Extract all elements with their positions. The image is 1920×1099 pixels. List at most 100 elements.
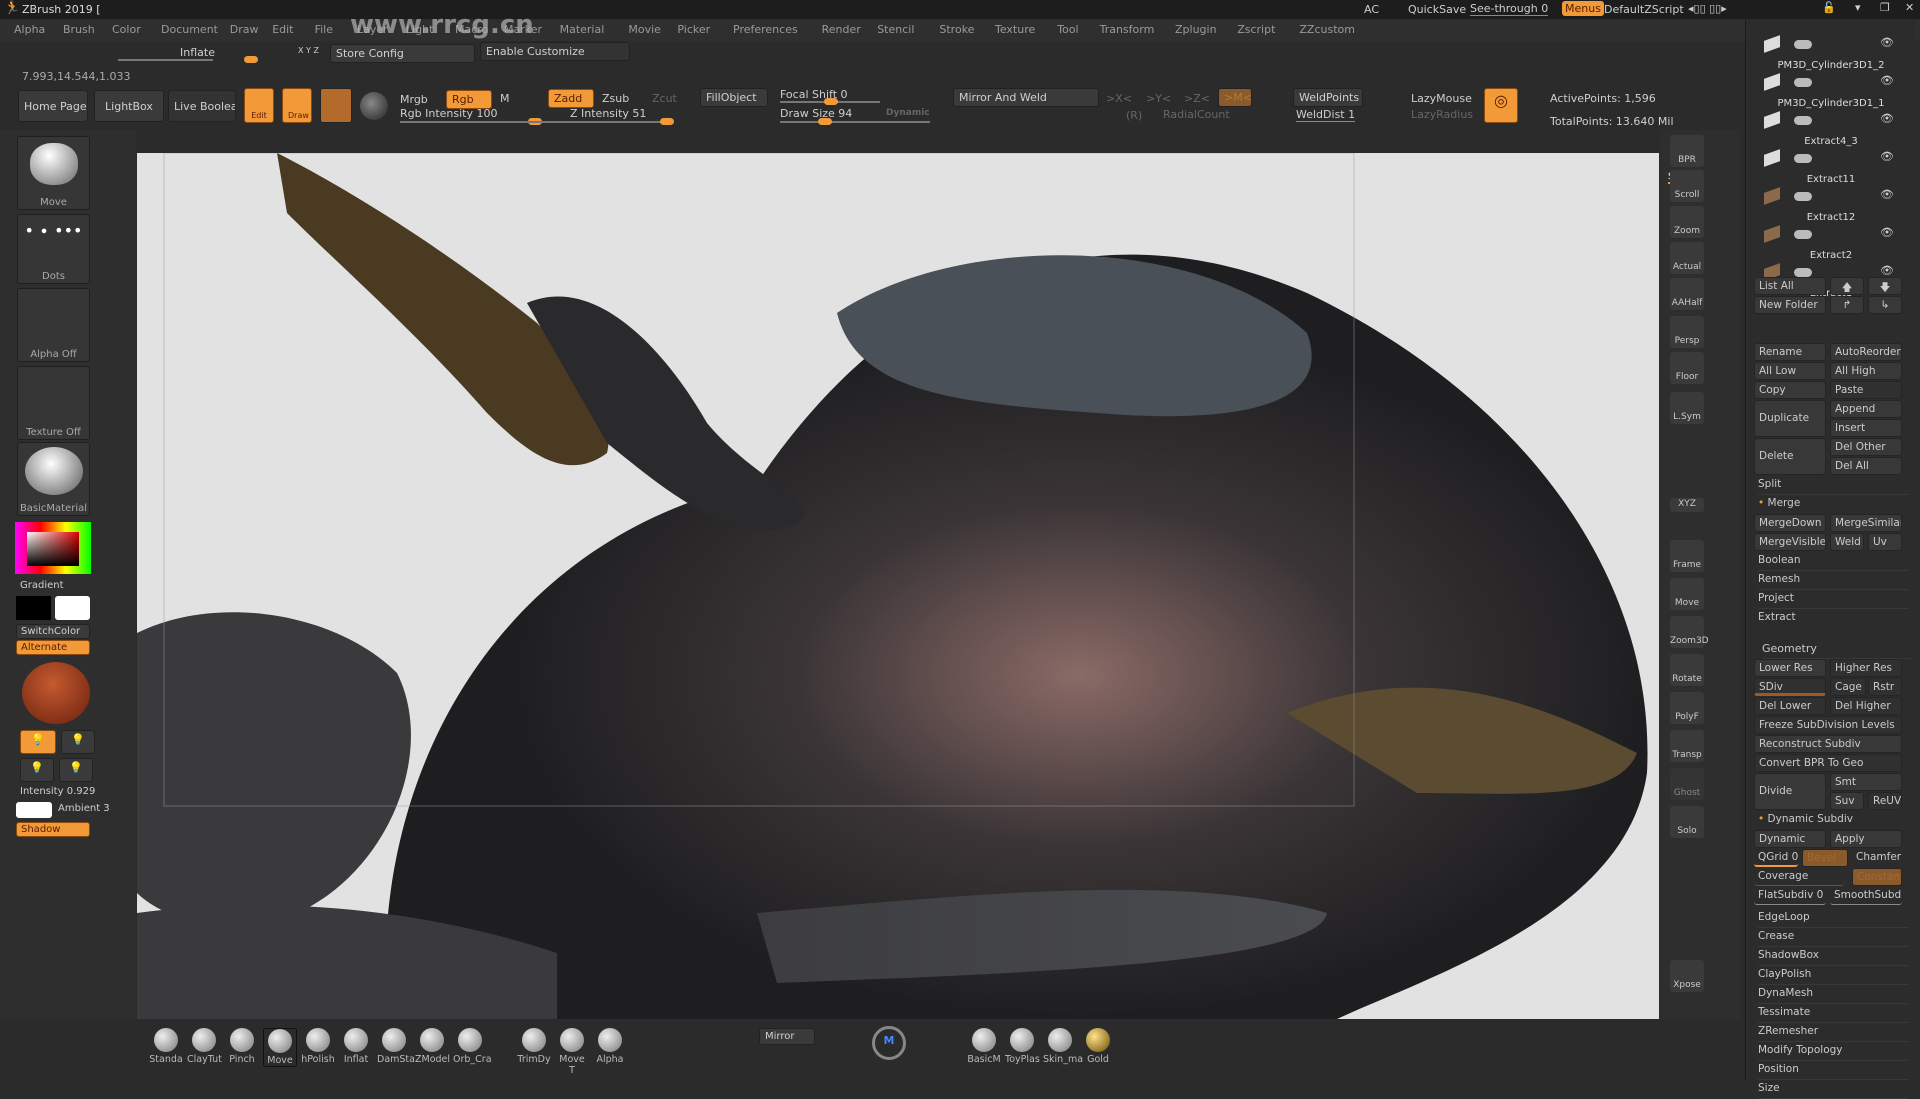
suv-toggle[interactable]: Suv	[1830, 792, 1864, 810]
brush-selector[interactable]: Move	[17, 136, 90, 210]
dynamic-button[interactable]: Dynamic	[1754, 830, 1826, 848]
lazy-radius-slider[interactable]: LazyRadius	[1411, 108, 1473, 121]
mirror-m-button[interactable]: >M<	[1218, 88, 1252, 107]
zadd-button[interactable]: Zadd	[548, 89, 594, 108]
brush-shelf-item[interactable]: ZModel	[415, 1028, 450, 1065]
section-crease[interactable]: Crease	[1758, 928, 1908, 947]
lightbox-button[interactable]: LightBox	[94, 90, 164, 122]
sphere-brush-icon[interactable]	[320, 88, 352, 123]
divide-button[interactable]: Divide	[1754, 773, 1826, 810]
subtool-name[interactable]: Extract11	[1756, 174, 1906, 185]
move-up-arrow-icon[interactable]: ↱	[1830, 296, 1864, 314]
radial-r-button[interactable]: (R)	[1126, 109, 1142, 122]
rename-button[interactable]: Rename	[1754, 343, 1826, 361]
del-all-button[interactable]: Del All	[1830, 457, 1902, 475]
merge-down-button[interactable]: MergeDown	[1754, 514, 1826, 532]
see-through-slider[interactable]: See-through 0	[1470, 2, 1549, 16]
brush-shelf-item[interactable]: Pinch	[225, 1028, 259, 1065]
weld-button[interactable]: Weld	[1830, 533, 1864, 551]
zcut-button[interactable]: Zcut	[652, 92, 677, 105]
material-shelf-item[interactable]: Gold	[1081, 1028, 1115, 1065]
light-bulb-2-icon[interactable]: 💡	[61, 730, 95, 754]
arrow-up-icon[interactable]: 🡅	[1830, 277, 1864, 295]
inflate-slider[interactable]	[118, 56, 258, 63]
eye-icon[interactable]: 👁	[1880, 36, 1894, 49]
constant-toggle[interactable]: Constant	[1852, 868, 1902, 886]
del-lower-button[interactable]: Del Lower	[1754, 697, 1826, 715]
menu-texture[interactable]: Texture	[995, 23, 1035, 36]
menu-tool[interactable]: Tool	[1057, 23, 1078, 36]
quicksave-button[interactable]: QuickSave	[1408, 3, 1466, 16]
brush-shelf-item[interactable]: Move	[263, 1028, 297, 1067]
list-all-button[interactable]: List All	[1754, 277, 1826, 295]
ambient-slider[interactable]: Ambient 3	[58, 803, 110, 814]
main-color-swatch[interactable]	[55, 596, 90, 620]
light-bulb-3-icon[interactable]: 💡	[20, 758, 54, 782]
brush-shelf-item[interactable]: ClayTut	[187, 1028, 222, 1065]
menu-draw[interactable]: Draw	[230, 23, 259, 36]
lazymouse-dot-icon[interactable]: ◎	[1484, 88, 1518, 123]
weld-dist-slider[interactable]: WeldDist 1	[1296, 108, 1356, 122]
restore-icon[interactable]: ❐	[1880, 1, 1890, 14]
paste-button[interactable]: Paste	[1830, 381, 1902, 399]
subtool-name[interactable]: Extract4_3	[1756, 136, 1906, 147]
close-icon[interactable]: ✕	[1905, 1, 1914, 14]
fill-object-button[interactable]: FillObject	[700, 88, 768, 107]
polyf-button[interactable]: PolyF	[1670, 692, 1704, 724]
stroke-selector[interactable]: • ∙ ••• Dots	[17, 214, 90, 284]
subtool-toggle-icon[interactable]	[1794, 154, 1812, 163]
insert-button[interactable]: Insert	[1830, 419, 1902, 437]
subtool-toggle-icon[interactable]	[1794, 40, 1812, 49]
sdiv-slider[interactable]: SDiv	[1754, 678, 1826, 696]
section-claypolish[interactable]: ClayPolish	[1758, 966, 1908, 985]
brush-shelf-item[interactable]: Alpha	[593, 1028, 627, 1065]
menu-material[interactable]: Material	[560, 23, 605, 36]
m-button[interactable]: M	[500, 92, 510, 105]
dynamic-subdiv-section[interactable]: • Dynamic Subdiv	[1758, 811, 1908, 830]
merge-section[interactable]: • Merge	[1758, 495, 1908, 514]
mirror-button[interactable]: Mirror	[759, 1028, 815, 1045]
draw-button[interactable]: Draw	[282, 88, 312, 123]
apply-button[interactable]: Apply	[1830, 830, 1902, 848]
menu-stroke[interactable]: Stroke	[939, 23, 974, 36]
subtool-row[interactable]: 👁	[1762, 35, 1902, 56]
del-other-button[interactable]: Del Other	[1830, 438, 1902, 456]
eye-icon[interactable]: 👁	[1880, 188, 1894, 201]
subtool-row[interactable]: 👁	[1762, 187, 1902, 208]
smt-toggle[interactable]: Smt	[1830, 773, 1902, 791]
geometry-header[interactable]: Geometry	[1762, 640, 1912, 659]
xpose-button[interactable]: Xpose	[1670, 960, 1704, 992]
boolean-section[interactable]: Boolean	[1758, 552, 1908, 571]
qgrid-slider[interactable]: QGrid 0	[1754, 849, 1798, 867]
mirror-and-weld-button[interactable]: Mirror And Weld	[953, 88, 1099, 107]
uv-button[interactable]: Uv	[1868, 533, 1902, 551]
dynamic-size-toggle[interactable]: Dynamic	[886, 108, 930, 118]
cage-button[interactable]: Cage	[1830, 678, 1866, 696]
new-folder-button[interactable]: New Folder	[1754, 296, 1826, 314]
subtool-name[interactable]: PM3D_Cylinder3D1_1	[1756, 98, 1906, 109]
extract-section[interactable]: Extract	[1758, 609, 1908, 628]
document-canvas[interactable]	[137, 153, 1659, 1019]
light-bulb-4-icon[interactable]: 💡	[59, 758, 93, 782]
aahalf-button[interactable]: AAHalf	[1670, 278, 1704, 310]
light-bulb-1-icon[interactable]: 💡	[20, 730, 56, 754]
brush-shelf-item[interactable]: Inflat	[339, 1028, 373, 1065]
brush-shelf-item[interactable]: Orb_Cra	[453, 1028, 492, 1065]
eye-icon[interactable]: 👁	[1880, 112, 1894, 125]
z-intensity-slider[interactable]	[510, 118, 674, 125]
all-low-button[interactable]: All Low	[1754, 362, 1826, 380]
frame-button[interactable]: Frame	[1670, 540, 1704, 572]
menu-edit[interactable]: Edit	[272, 23, 293, 36]
menu-transform[interactable]: Transform	[1100, 23, 1155, 36]
eye-icon[interactable]: 👁	[1880, 264, 1894, 277]
zsub-button[interactable]: Zsub	[602, 92, 629, 105]
copy-button[interactable]: Copy	[1754, 381, 1826, 399]
texture-selector[interactable]: Texture Off	[17, 366, 90, 440]
section-modify-topology[interactable]: Modify Topology	[1758, 1042, 1908, 1061]
menu-zplugin[interactable]: Zplugin	[1175, 23, 1217, 36]
menu-movie[interactable]: Movie	[628, 23, 661, 36]
chamfer-toggle[interactable]: Chamfer	[1852, 849, 1902, 867]
menu-alpha[interactable]: Alpha	[14, 23, 45, 36]
enable-customize-button[interactable]: Enable Customize	[480, 42, 630, 61]
eye-icon[interactable]: 👁	[1880, 226, 1894, 239]
